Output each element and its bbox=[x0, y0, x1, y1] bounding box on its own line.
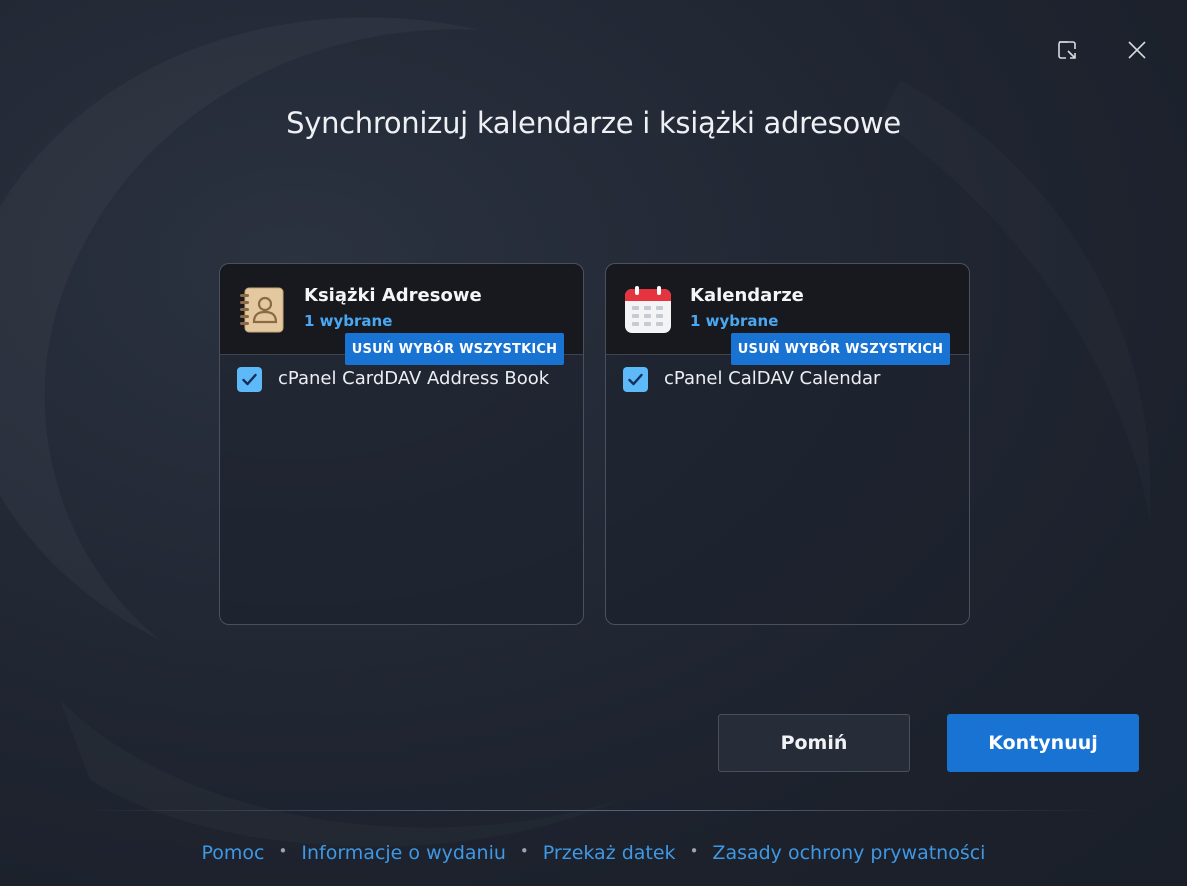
checkmark-icon bbox=[628, 373, 643, 386]
address-books-panel: Książki Adresowe 1 wybrane USUŃ WYBÓR WS… bbox=[219, 263, 584, 625]
separator: • bbox=[689, 842, 699, 860]
close-button[interactable] bbox=[1121, 34, 1153, 66]
donate-link[interactable]: Przekaż datek bbox=[543, 842, 676, 864]
separator: • bbox=[278, 842, 288, 860]
checkbox-checked[interactable] bbox=[237, 367, 262, 392]
sync-dialog: Synchronizuj kalendarze i książki adreso… bbox=[0, 0, 1187, 886]
calendar-icon bbox=[625, 286, 671, 333]
deselect-all-button[interactable]: USUŃ WYBÓR WSZYSTKICH bbox=[731, 333, 950, 365]
page-title: Synchronizuj kalendarze i książki adreso… bbox=[286, 106, 901, 140]
release-notes-link[interactable]: Informacje o wydaniu bbox=[301, 842, 506, 864]
footer-divider bbox=[80, 810, 1107, 811]
skip-button[interactable]: Pomiń bbox=[718, 714, 910, 772]
restore-window-button[interactable] bbox=[1051, 34, 1083, 66]
close-icon bbox=[1128, 41, 1146, 59]
footer-links: Pomoc • Informacje o wydaniu • Przekaż d… bbox=[0, 842, 1187, 864]
separator: • bbox=[519, 842, 529, 860]
privacy-policy-link[interactable]: Zasady ochrony prywatności bbox=[712, 842, 985, 864]
deselect-all-button[interactable]: USUŃ WYBÓR WSZYSTKICH bbox=[345, 333, 564, 365]
selected-count: 1 wybrane bbox=[304, 312, 393, 330]
list-item-label: cPanel CardDAV Address Book bbox=[278, 368, 550, 389]
panel-header: Książki Adresowe 1 wybrane USUŃ WYBÓR WS… bbox=[220, 264, 583, 365]
panel-title: Kalendarze bbox=[690, 285, 804, 306]
address-book-icon bbox=[240, 287, 284, 333]
list-item-label: cPanel CalDAV Calendar bbox=[664, 368, 881, 389]
checkbox-checked[interactable] bbox=[623, 367, 648, 392]
continue-button[interactable]: Kontynuuj bbox=[947, 714, 1139, 772]
restore-window-icon bbox=[1058, 41, 1076, 59]
panel-header: Kalendarze 1 wybrane USUŃ WYBÓR WSZYSTKI… bbox=[606, 264, 969, 365]
calendars-panel: Kalendarze 1 wybrane USUŃ WYBÓR WSZYSTKI… bbox=[605, 263, 970, 625]
help-link[interactable]: Pomoc bbox=[202, 842, 265, 864]
panel-title: Książki Adresowe bbox=[304, 285, 482, 306]
selected-count: 1 wybrane bbox=[690, 312, 779, 330]
checkmark-icon bbox=[242, 373, 257, 386]
